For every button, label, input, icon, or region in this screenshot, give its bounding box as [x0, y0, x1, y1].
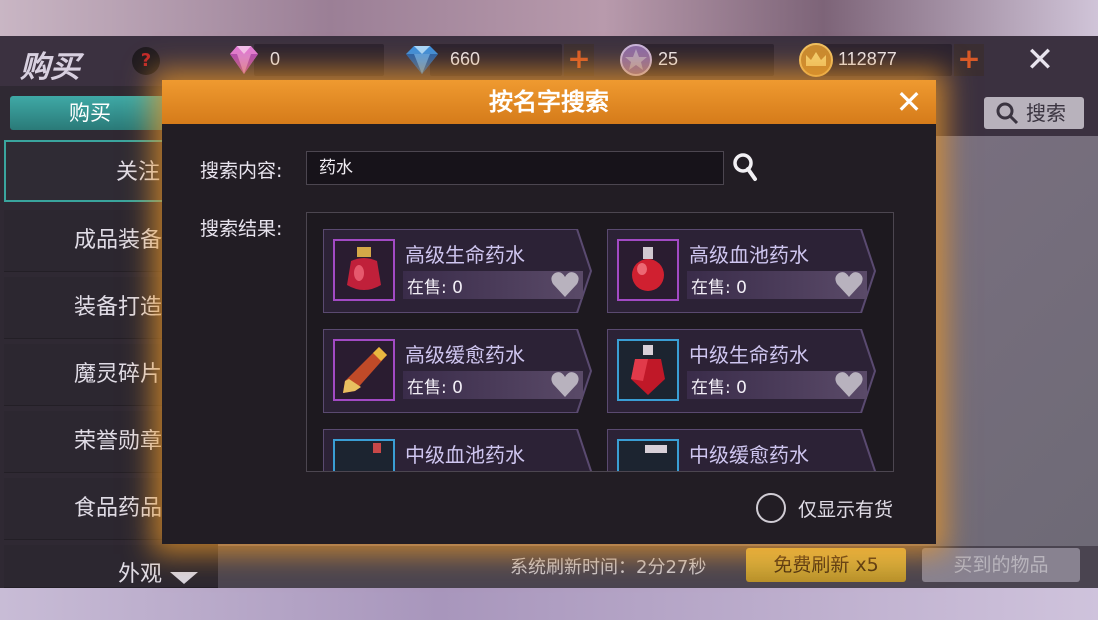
search-results-list: 高级生命药水 在售: 0 高级血池药水 在售: 0 高级缓愈药水 在售: 0 中…: [306, 212, 894, 472]
potion-thumbnail: [333, 339, 395, 401]
potion-thumbnail: [333, 239, 395, 301]
add-crown-coin-button[interactable]: +: [954, 44, 984, 76]
currency-value: 0: [270, 49, 281, 69]
potion-thumbnail: [617, 439, 679, 471]
item-name: 高级血池药水: [689, 243, 809, 267]
result-item[interactable]: 中级缓愈药水: [607, 429, 877, 471]
bought-items-button[interactable]: 买到的物品: [922, 548, 1080, 582]
refresh-timer: 系统刷新时间：2分27秒: [510, 557, 707, 578]
help-icon[interactable]: ?: [132, 47, 160, 75]
chevron-down-icon[interactable]: [170, 572, 198, 584]
magnifier-icon[interactable]: [730, 150, 760, 184]
potion-thumbnail: [617, 239, 679, 301]
search-icon: [996, 102, 1019, 125]
result-item[interactable]: 高级缓愈药水 在售: 0: [323, 329, 593, 413]
result-item[interactable]: 中级生命药水 在售: 0: [607, 329, 877, 413]
close-dialog-button[interactable]: ✕: [892, 82, 926, 122]
potion-bottle-icon: [373, 443, 381, 453]
page-title: 购买: [20, 50, 80, 85]
currency-value: 25: [658, 49, 679, 69]
potion-vial-icon: [645, 445, 667, 453]
pink-diamond-icon: [230, 46, 258, 74]
potion-bottle-icon: [347, 247, 381, 290]
item-name: 中级缓愈药水: [689, 443, 809, 467]
item-name: 中级生命药水: [689, 343, 809, 367]
star-coin-icon: [620, 44, 652, 76]
result-item[interactable]: 高级生命药水 在售: 0: [323, 229, 593, 313]
in-stock-only-label: 仅显示有货: [798, 499, 894, 521]
item-name: 中级血池药水: [405, 443, 525, 467]
potion-crystal-icon: [631, 345, 665, 395]
result-item[interactable]: 中级血池药水: [323, 429, 593, 471]
blue-diamond-icon: [406, 46, 438, 74]
free-refresh-button[interactable]: 免费刷新 x5: [746, 548, 906, 582]
item-stock: 在售: 0: [691, 278, 747, 298]
search-content-label: 搜索内容:: [200, 160, 283, 182]
heart-icon[interactable]: [549, 269, 581, 299]
result-item[interactable]: 高级血池药水 在售: 0: [607, 229, 877, 313]
item-stock: 在售: 0: [691, 378, 747, 398]
currency-value: 660: [450, 49, 481, 69]
heart-icon[interactable]: [833, 369, 865, 399]
close-shop-button[interactable]: ✕: [1022, 42, 1058, 78]
potion-thumbnail: [333, 439, 395, 471]
add-blue-diamond-button[interactable]: +: [564, 44, 594, 76]
currency-value: 112877: [838, 49, 897, 69]
heart-icon[interactable]: [549, 369, 581, 399]
item-stock: 在售: 0: [407, 278, 463, 298]
item-name: 高级生命药水: [405, 243, 525, 267]
item-name: 高级缓愈药水: [405, 343, 525, 367]
crown-coin-icon: [799, 43, 833, 77]
potion-flask-icon: [632, 247, 664, 291]
background-scenery-top: [0, 0, 1098, 36]
item-stock: 在售: 0: [407, 378, 463, 398]
potion-thumbnail: [617, 339, 679, 401]
heart-icon[interactable]: [833, 269, 865, 299]
dialog-title: 按名字搜索: [489, 88, 609, 116]
search-input[interactable]: 药水: [306, 151, 724, 185]
tab-buy[interactable]: 购买: [10, 96, 170, 130]
search-results-label: 搜索结果:: [200, 218, 283, 240]
background-scenery-bottom: [0, 588, 1098, 620]
in-stock-only-radio[interactable]: [756, 493, 786, 523]
potion-vial-icon: [343, 347, 387, 393]
